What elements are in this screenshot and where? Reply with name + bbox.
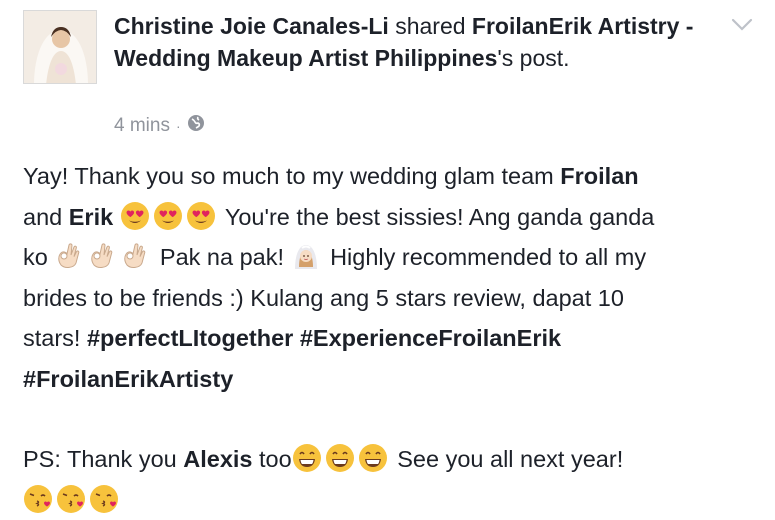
post-line <box>23 480 753 520</box>
post-text: ko <box>23 244 54 270</box>
post-line: PS: Thank you Alexis too See you all nex… <box>23 439 753 480</box>
hashtag-link[interactable]: #ExperienceFroilanErik <box>300 325 561 351</box>
avatar[interactable] <box>23 10 97 84</box>
tagged-alexis-link[interactable]: Alexis <box>183 446 252 472</box>
hashtag-link[interactable]: #perfectLItogether <box>87 325 293 351</box>
post-line: #FroilanErikArtisty <box>23 359 753 400</box>
post-text: too <box>253 446 292 472</box>
heart-eyes-emoji <box>120 201 150 231</box>
ok-hand-emoji <box>120 241 150 271</box>
tagged-froilan-link[interactable]: Froilan <box>560 163 638 189</box>
post-text: Yay! Thank you so much to my wedding gla… <box>23 163 560 189</box>
post-line: stars! #perfectLItogether #ExperienceFro… <box>23 318 753 359</box>
timestamp-link[interactable]: 4 mins <box>114 115 170 137</box>
face-blowing-kiss-emoji <box>56 484 86 514</box>
grinning-emoji <box>292 443 322 473</box>
paragraph-gap <box>23 399 753 439</box>
tagged-erik-link[interactable]: Erik <box>69 204 113 230</box>
post-line: and Erik You're the best sissies! Ang ga… <box>23 197 753 238</box>
post-meta: 4 mins · <box>114 114 205 138</box>
author-name-link[interactable]: Christine Joie Canales-Li <box>114 13 389 39</box>
post-line: Yay! Thank you so much to my wedding gla… <box>23 156 753 197</box>
shared-verb: shared <box>389 13 472 39</box>
globe-icon[interactable] <box>187 114 205 138</box>
ok-hand-emoji <box>87 241 117 271</box>
post-body: Yay! Thank you so much to my wedding gla… <box>23 156 753 520</box>
post-line: brides to be friends :) Kulang ang 5 sta… <box>23 278 753 319</box>
face-blowing-kiss-emoji <box>89 484 119 514</box>
post-text: See you all next year! <box>397 446 623 472</box>
bride-with-veil-emoji <box>291 241 321 271</box>
heart-eyes-emoji <box>153 201 183 231</box>
post-text: Pak na pak! <box>160 244 291 270</box>
feed-post: Christine Joie Canales-Li shared Froilan… <box>0 0 775 502</box>
heart-eyes-emoji <box>186 201 216 231</box>
post-text: stars! <box>23 325 87 351</box>
meta-separator: · <box>176 118 181 134</box>
post-text: Highly recommended to all my <box>330 244 646 270</box>
post-line: ko Pak na pak! Highly recommended to all… <box>23 237 753 278</box>
hashtag-link[interactable]: #FroilanErikArtisty <box>23 366 233 392</box>
shared-suffix: 's post. <box>497 45 569 71</box>
post-text: and <box>23 204 69 230</box>
grinning-emoji <box>358 443 388 473</box>
ok-hand-emoji <box>54 241 84 271</box>
post-text: You're the best sissies! Ang ganda ganda <box>225 204 655 230</box>
grinning-emoji <box>325 443 355 473</box>
face-blowing-kiss-emoji <box>23 484 53 514</box>
post-header: Christine Joie Canales-Li shared Froilan… <box>114 10 704 74</box>
chevron-down-icon[interactable] <box>731 18 753 32</box>
post-text: PS: Thank you <box>23 446 183 472</box>
